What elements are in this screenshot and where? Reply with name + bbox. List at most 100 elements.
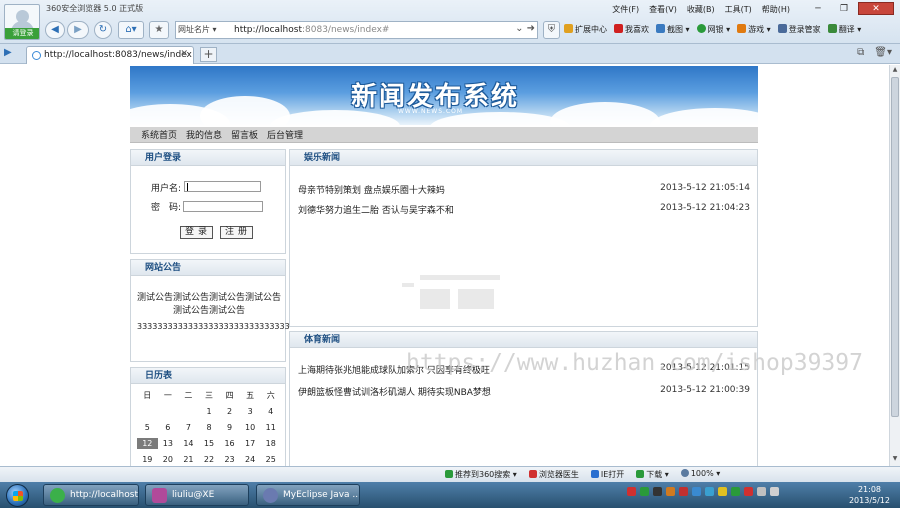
address-url[interactable]: http://localhost:8083/news/index# xyxy=(234,25,389,35)
vertical-scrollbar[interactable]: ▲ ▼ xyxy=(889,65,900,466)
site-cards-dropdown[interactable]: 网址名片 ▾ xyxy=(178,24,217,35)
password-input[interactable] xyxy=(183,201,263,212)
recommend-search-button[interactable]: 推荐到360搜索 ▾ xyxy=(445,469,517,480)
tray-icon[interactable] xyxy=(666,487,675,496)
tray-icon[interactable] xyxy=(705,487,714,496)
trash-icon[interactable]: 🗑▾ xyxy=(874,47,892,58)
news-title[interactable]: 伊朗篮板怪曹试训洛杉矶湖人 期待实现NBA梦想 xyxy=(298,385,491,398)
calendar-day[interactable]: 1 xyxy=(199,406,220,417)
new-tab-button[interactable]: + xyxy=(200,47,217,62)
tray-icon[interactable] xyxy=(718,487,727,496)
download-button[interactable]: 下载 ▾ xyxy=(636,469,669,480)
calendar-day[interactable]: 20 xyxy=(158,454,179,465)
nav-my-info[interactable]: 我的信息 xyxy=(186,128,222,141)
calendar-day[interactable]: 5 xyxy=(137,422,158,433)
calendar-day[interactable]: 22 xyxy=(199,454,220,465)
calendar-day[interactable]: 14 xyxy=(178,438,199,449)
calendar-day[interactable]: 23 xyxy=(219,454,240,465)
menu-help[interactable]: 帮助(H) xyxy=(762,4,790,15)
calendar-day[interactable]: 11 xyxy=(260,422,281,433)
calendar-day[interactable]: 13 xyxy=(158,438,179,449)
calendar-day[interactable]: 12 xyxy=(137,438,158,449)
system-tray xyxy=(627,487,779,496)
news-item[interactable]: 刘德华努力追生二胎 否认与吴宇森不和 2013-5-12 21:04:23 xyxy=(298,203,750,216)
shield-button[interactable]: ⛨ xyxy=(543,21,560,39)
ie-open-button[interactable]: IE打开 xyxy=(590,469,624,480)
extensions-button[interactable]: 扩展中心 xyxy=(564,24,607,35)
calendar-day[interactable]: 18 xyxy=(260,438,281,449)
calendar-day[interactable]: 9 xyxy=(219,422,240,433)
calendar-day[interactable]: 15 xyxy=(199,438,220,449)
volume-icon[interactable] xyxy=(757,487,766,496)
minimize-button[interactable]: ─ xyxy=(806,2,830,15)
start-button[interactable] xyxy=(6,484,29,507)
taskbar-clock[interactable]: 21:08 2013/5/12 xyxy=(849,484,890,506)
tab-localhost-news[interactable]: http://localhost:8083/news/index ✕ xyxy=(26,46,194,64)
taskbar-item-myeclipse[interactable]: MyEclipse Java ... xyxy=(256,484,360,506)
calendar-day[interactable]: 7 xyxy=(178,422,199,433)
network-icon[interactable] xyxy=(770,487,779,496)
register-button[interactable]: 注册 xyxy=(220,226,253,239)
menu-view[interactable]: 查看(V) xyxy=(649,4,677,15)
restore-tab-icon[interactable]: ⧉ xyxy=(857,47,864,58)
zoom-button[interactable]: 100% ▾ xyxy=(680,469,720,480)
address-bar[interactable]: 网址名片 ▾ http://localhost:8083/news/index#… xyxy=(175,21,538,39)
translate-button[interactable]: 翻译 ▾ xyxy=(827,24,861,35)
menu-tools[interactable]: 工具(T) xyxy=(725,4,752,15)
calendar-day[interactable]: 24 xyxy=(240,454,261,465)
calendar-day[interactable]: 8 xyxy=(199,422,220,433)
taskbar-item-database[interactable]: liuliu@XE xyxy=(145,484,249,506)
tab-list-icon[interactable]: ▶ xyxy=(4,47,12,58)
taskbar-item-browser[interactable]: http://localhost... xyxy=(43,484,139,506)
tab-close-icon[interactable]: ✕ xyxy=(180,49,188,59)
calendar-day[interactable]: 2 xyxy=(219,406,240,417)
scrollbar-thumb[interactable] xyxy=(891,77,899,417)
calendar-day[interactable]: 4 xyxy=(260,406,281,417)
forward-button[interactable]: ▶ xyxy=(67,21,89,39)
news-title[interactable]: 母亲节特别策划 盘点娱乐圈十大辣妈 xyxy=(298,183,445,196)
tray-icon[interactable] xyxy=(744,487,753,496)
nav-home[interactable]: 系统首页 xyxy=(141,128,177,141)
calendar-day[interactable]: 3 xyxy=(240,406,261,417)
calendar-day[interactable]: 6 xyxy=(158,422,179,433)
menu-favorites[interactable]: 收藏(B) xyxy=(687,4,715,15)
maximize-button[interactable]: ❐ xyxy=(832,2,856,15)
like-button[interactable]: 我喜欢 xyxy=(614,24,649,35)
browser-doctor-button[interactable]: 浏览器医生 xyxy=(528,469,579,480)
tray-icon[interactable] xyxy=(679,487,688,496)
login-button[interactable]: 登录 xyxy=(180,226,213,239)
screenshot-button[interactable]: 截图 ▾ xyxy=(656,24,690,35)
calendar-day[interactable]: 16 xyxy=(219,438,240,449)
favorites-star-button[interactable]: ★ xyxy=(149,21,169,39)
back-button[interactable]: ◀ xyxy=(45,21,65,39)
refresh-button[interactable]: ↻ xyxy=(94,21,112,39)
news-title[interactable]: 刘德华努力追生二胎 否认与吴宇森不和 xyxy=(298,203,454,216)
tray-icon[interactable] xyxy=(653,487,662,496)
nav-admin[interactable]: 后台管理 xyxy=(267,128,303,141)
scroll-up-icon[interactable]: ▲ xyxy=(890,66,900,76)
username-input[interactable] xyxy=(184,181,261,192)
calendar-day[interactable]: 19 xyxy=(137,454,158,465)
game-icon xyxy=(737,24,747,33)
menu-file[interactable]: 文件(F) xyxy=(612,4,639,15)
news-item[interactable]: 伊朗篮板怪曹试训洛杉矶湖人 期待实现NBA梦想 2013-5-12 21:00:… xyxy=(298,385,750,398)
bank-button[interactable]: 网银 ▾ xyxy=(696,24,730,35)
nav-message-board[interactable]: 留言板 xyxy=(231,128,258,141)
login-manager-button[interactable]: 登录管家 xyxy=(777,24,821,35)
home-button[interactable]: ⌂▾ xyxy=(118,21,144,39)
tray-icon[interactable] xyxy=(731,487,740,496)
calendar-day[interactable]: 21 xyxy=(178,454,199,465)
scroll-down-icon[interactable]: ▼ xyxy=(890,455,900,465)
games-button[interactable]: 游戏 ▾ xyxy=(737,24,771,35)
login-badge[interactable]: 请登录 xyxy=(5,28,39,39)
tray-icon[interactable] xyxy=(692,487,701,496)
tray-icon[interactable] xyxy=(640,487,649,496)
calendar-day[interactable]: 17 xyxy=(240,438,261,449)
tray-icon[interactable] xyxy=(627,487,636,496)
close-window-button[interactable]: ✕ xyxy=(858,2,894,15)
calendar-day[interactable]: 25 xyxy=(260,454,281,465)
address-dropdown-icon[interactable]: ⌄ ➜ xyxy=(515,23,535,34)
news-item[interactable]: 母亲节特别策划 盘点娱乐圈十大辣妈 2013-5-12 21:05:14 xyxy=(298,183,750,196)
user-avatar-button[interactable]: 请登录 xyxy=(4,4,40,40)
calendar-day[interactable]: 10 xyxy=(240,422,261,433)
